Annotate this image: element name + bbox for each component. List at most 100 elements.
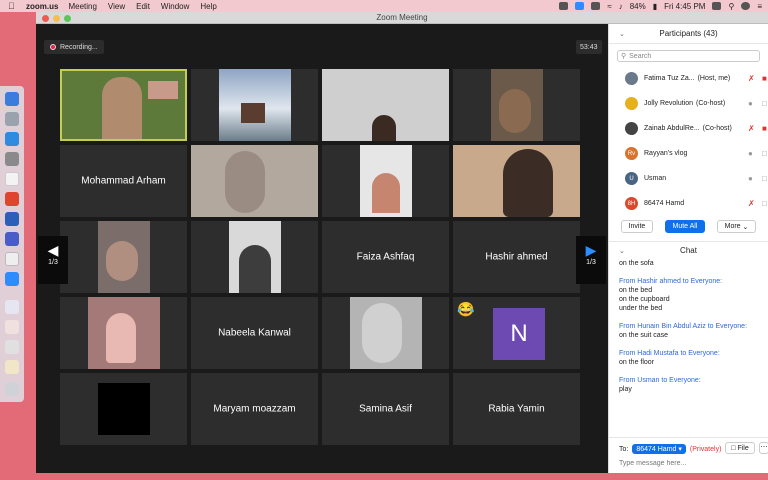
record-icon [50,44,56,50]
spotlight-icon[interactable]: ⚲ [728,2,734,11]
participant-search[interactable]: ⚲ Search [617,50,760,62]
volume-icon[interactable]: ♪ [619,2,623,11]
chrome-icon[interactable] [5,252,19,266]
status-icon[interactable] [559,2,569,10]
avatar: Rv [625,147,638,160]
video-tile[interactable] [322,297,449,369]
menu-window[interactable]: Window [161,2,189,11]
powerpoint-icon[interactable] [5,192,19,206]
battery-text[interactable]: 84% [630,2,646,11]
mic-muted-icon[interactable]: ✗ [748,124,755,133]
video-tile[interactable] [60,221,187,293]
zoom-window: Zoom Meeting Recording... 53:43 Mohammad [36,12,768,473]
camera-icon[interactable]: □ [762,174,767,183]
mic-icon[interactable]: ● [748,149,753,158]
video-tile[interactable] [60,69,187,141]
menu-app-name[interactable]: zoom.us [26,2,58,11]
app-store-icon[interactable] [5,132,19,146]
mic-muted-icon[interactable]: ✗ [748,199,755,208]
participant-row[interactable]: Fatima Tuz Za... (Host, me) ✗ ■ [609,66,768,91]
chat-more-icon[interactable]: ⋯ [759,442,768,454]
file-button[interactable]: □ File [725,442,755,454]
mic-icon[interactable]: ● [748,99,753,108]
camera-icon[interactable]: □ [762,99,767,108]
control-center-icon[interactable]: ≡ [757,2,762,11]
previous-page-button[interactable]: ◀ 1/3 [38,236,68,284]
participant-name: Rayyan's vlog [644,150,688,157]
word-icon[interactable] [5,212,19,226]
avatar: 8H [625,197,638,210]
arrow-left-icon: ◀ [47,242,59,258]
video-tile[interactable]: Faiza Ashfaq [322,221,449,293]
participant-name: Jolly Revolution [644,100,694,107]
finder-icon[interactable] [5,92,19,106]
document-icon[interactable] [5,360,19,374]
clock[interactable]: Fri 4:45 PM [664,2,705,11]
participant-name: Hashir ahmed [485,251,548,263]
video-tile[interactable] [322,69,449,141]
mic-muted-icon[interactable]: ✗ [748,74,755,83]
video-tile[interactable]: Mohammad Arham [60,145,187,217]
participant-row[interactable]: Rv Rayyan's vlog ● □ [609,141,768,166]
participant-row[interactable]: 8H 86474 Hamd ✗ □ [609,191,768,216]
invite-button[interactable]: Invite [620,220,654,233]
participant-row[interactable]: Zainab AbdulRe... (Co-host) ✗ ■ [609,116,768,141]
apple-icon[interactable]:  [8,1,20,11]
mute-all-button[interactable]: Mute All [664,220,706,233]
video-tile[interactable]: Samina Asif [322,373,449,445]
menu-edit[interactable]: Edit [136,2,150,11]
chat-message: under the bed [619,305,663,312]
video-tile[interactable] [322,145,449,217]
video-tile[interactable]: Hashir ahmed [453,221,580,293]
trash-icon[interactable] [5,382,19,396]
search-input[interactable]: Search [629,53,651,60]
menu-meeting[interactable]: Meeting [68,2,96,11]
calendar-icon[interactable] [5,172,19,186]
participant-figure [503,149,553,217]
zoom-status-icon[interactable] [575,2,585,10]
wifi-icon[interactable]: ≈ [607,2,611,11]
menu-view[interactable]: View [108,2,125,11]
video-tile[interactable] [191,145,318,217]
video-tile[interactable] [453,69,580,141]
chevron-down-icon[interactable]: ⌄ [619,247,625,255]
video-tile[interactable] [60,373,187,445]
participant-row[interactable]: U Usman ● □ [609,166,768,191]
recipient-select[interactable]: 86474 Hamd ▾ [632,444,686,454]
menu-help[interactable]: Help [200,2,216,11]
camera-off-icon[interactable]: ■ [762,74,767,83]
video-tile[interactable]: 😂 N [453,297,580,369]
status-icon[interactable] [712,2,722,10]
chevron-down-icon[interactable]: ⌄ [619,30,625,38]
mic-icon[interactable]: ● [748,174,753,183]
participant-figure [372,173,400,213]
participant-row[interactable]: Jolly Revolution (Co-host) ● □ [609,91,768,116]
camera-icon[interactable]: □ [762,149,767,158]
document-icon[interactable] [5,320,19,334]
video-tile[interactable] [453,145,580,217]
status-icon[interactable] [591,2,601,10]
battery-icon[interactable]: ▮ [653,2,657,11]
document-icon[interactable] [5,340,19,354]
video-gallery: Recording... 53:43 Mohammad Arham Faiza … [36,24,608,473]
more-button[interactable]: More ⌄ [716,220,757,233]
next-page-button[interactable]: ▶ 1/3 [576,236,606,284]
camera-icon[interactable]: □ [762,199,767,208]
camera-off-icon[interactable]: ■ [762,124,767,133]
recording-indicator[interactable]: Recording... [44,40,104,54]
zoom-icon[interactable] [5,272,19,286]
teams-icon[interactable] [5,232,19,246]
video-tile[interactable] [191,221,318,293]
chat-input[interactable] [619,460,759,467]
dock [0,86,24,402]
video-tile[interactable]: Maryam moazzam [191,373,318,445]
launchpad-icon[interactable] [5,112,19,126]
user-icon[interactable] [741,2,751,10]
video-tile[interactable]: Nabeela Kanwal [191,297,318,369]
video-tile[interactable] [60,297,187,369]
participant-name: Faiza Ashfaq [356,251,415,263]
system-preferences-icon[interactable] [5,152,19,166]
document-icon[interactable] [5,300,19,314]
video-tile[interactable]: Rabia Yamin [453,373,580,445]
video-tile[interactable] [191,69,318,141]
